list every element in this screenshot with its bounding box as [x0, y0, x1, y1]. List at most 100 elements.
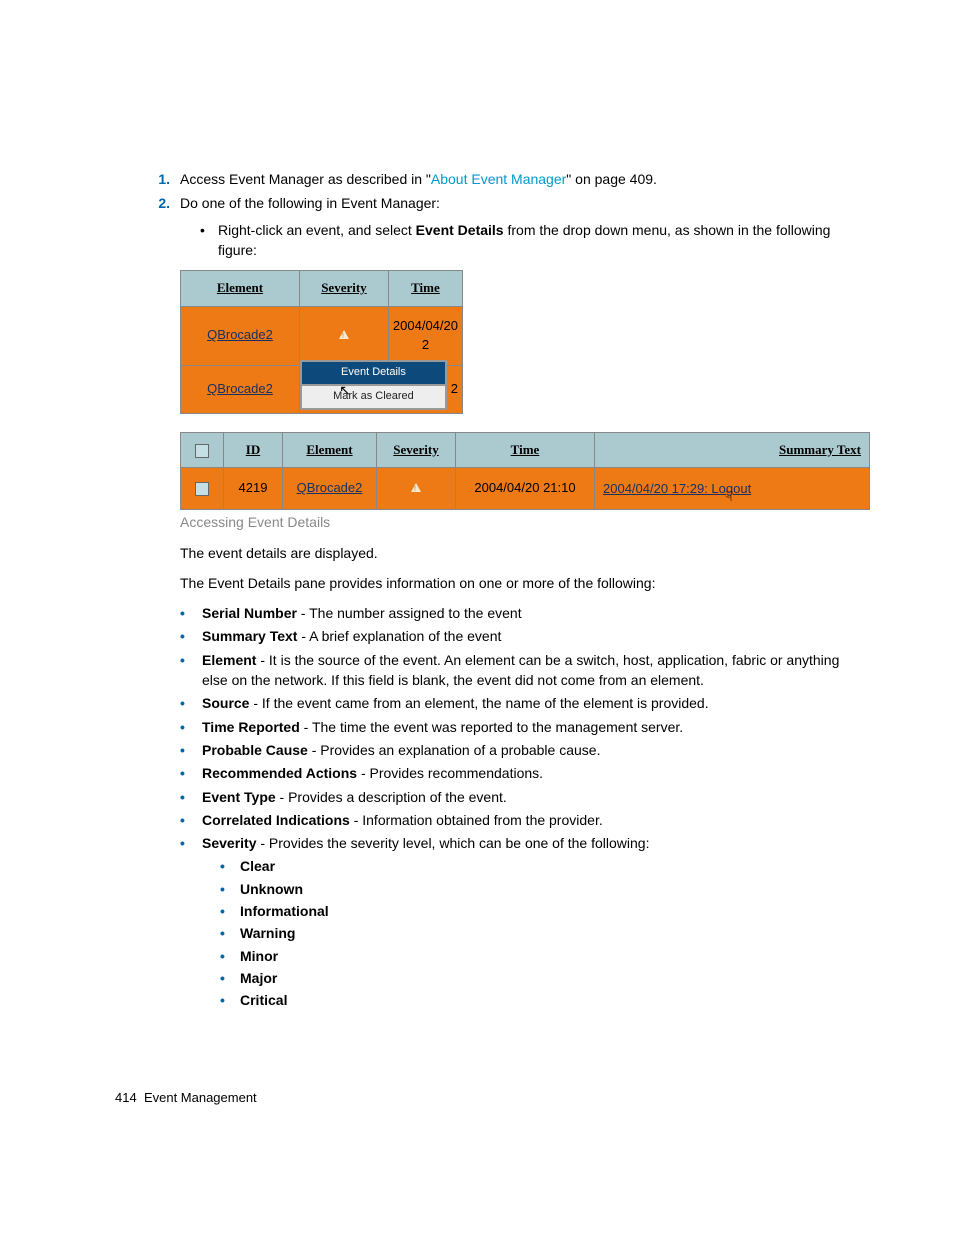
list-item: •Major: [220, 968, 859, 988]
warning-icon: [339, 330, 349, 339]
term: Severity: [202, 835, 256, 851]
bullet-dot: •: [180, 603, 202, 623]
bullet-dot: •: [220, 946, 240, 966]
list-item: •Probable Cause - Provides an explanatio…: [180, 740, 859, 760]
term: Serial Number: [202, 605, 297, 621]
paragraph: The Event Details pane provides informat…: [180, 573, 859, 593]
desc: - Provides the severity level, which can…: [256, 835, 649, 851]
hand-cursor-icon: ☟: [725, 488, 734, 504]
cell-time: 2004/04/20 2: [388, 307, 462, 366]
bullet-dot: •: [180, 810, 202, 830]
bullet-body: Right-click an event, and select Event D…: [218, 220, 859, 261]
list-item: •Warning: [220, 923, 859, 943]
cursor-icon: ↖: [339, 380, 351, 400]
footer-title: Event Management: [144, 1090, 257, 1105]
bullet-dot: •: [220, 923, 240, 943]
cell-severity: [299, 307, 388, 366]
desc: - Provides a description of the event.: [276, 789, 507, 805]
context-menu[interactable]: Event Details Mark as Cleared↖: [300, 360, 447, 410]
term: Event Type: [202, 789, 276, 805]
term: Summary Text: [202, 628, 297, 644]
list-item: •Serial Number - The number assigned to …: [180, 603, 859, 623]
element-link[interactable]: QBrocade2: [207, 327, 273, 342]
cell-checkbox[interactable]: [181, 468, 224, 510]
text: " on page 409.: [566, 171, 657, 187]
desc: - Provides an explanation of a probable …: [308, 742, 601, 758]
list-item: •Critical: [220, 990, 859, 1010]
col-time[interactable]: Time: [388, 271, 462, 307]
cell-time: 2004/04/20 21:10: [456, 468, 595, 510]
warning-icon: [411, 483, 421, 492]
term: Time Reported: [202, 719, 300, 735]
term: Correlated Indications: [202, 812, 350, 828]
col-summary[interactable]: Summary Text: [595, 432, 870, 468]
desc: - The time the event was reported to the…: [300, 719, 683, 735]
paragraph: The event details are displayed.: [180, 543, 859, 563]
text: Right-click an event, and select: [218, 222, 416, 238]
col-time[interactable]: Time: [456, 432, 595, 468]
page-number: 414: [115, 1090, 137, 1105]
list-item: •Source - If the event came from an elem…: [180, 693, 859, 713]
term: Source: [202, 695, 249, 711]
list-item: •Event Type - Provides a description of …: [180, 787, 859, 807]
checkbox-icon[interactable]: [195, 482, 209, 496]
term: Minor: [240, 948, 278, 964]
cell-severity: [377, 468, 456, 510]
cell-element[interactable]: QBrocade2: [181, 307, 300, 366]
bullet-dot: •: [180, 717, 202, 737]
list-item: •Minor: [220, 946, 859, 966]
col-checkbox[interactable]: [181, 432, 224, 468]
bullet-dot: •: [180, 740, 202, 760]
col-element[interactable]: Element: [283, 432, 377, 468]
bullet-dot: •: [180, 650, 202, 691]
desc: - The number assigned to the event: [297, 605, 522, 621]
term: Clear: [240, 858, 275, 874]
term: Major: [240, 970, 277, 986]
term: Probable Cause: [202, 742, 308, 758]
menu-item-event-details[interactable]: Event Details: [301, 361, 446, 385]
figure-context-menu: Element Severity Time QBrocade2 2004/04/…: [180, 270, 859, 413]
cell-element[interactable]: QBrocade2: [283, 468, 377, 510]
term: Element: [202, 652, 256, 668]
cell-id: 4219: [224, 468, 283, 510]
bullet-dot: •: [220, 879, 240, 899]
col-severity[interactable]: Severity: [377, 432, 456, 468]
step-1: 1. Access Event Manager as described in …: [115, 169, 859, 189]
cell-summary[interactable]: 2004/04/20 17:29: Logout ☟: [595, 468, 870, 510]
bullet-dot: •: [220, 856, 240, 876]
severity-levels: •Clear •Unknown •Informational •Warning …: [220, 856, 859, 1010]
about-event-manager-link[interactable]: About Event Manager: [431, 171, 566, 187]
term: Critical: [240, 992, 287, 1008]
text: Access Event Manager as described in ": [180, 171, 431, 187]
list-item: •Clear: [220, 856, 859, 876]
list-item: •Informational: [220, 901, 859, 921]
step-text: Access Event Manager as described in "Ab…: [180, 169, 859, 189]
element-link[interactable]: QBrocade2: [297, 480, 363, 495]
list-item: •Recommended Actions - Provides recommen…: [180, 763, 859, 783]
term: Informational: [240, 903, 329, 919]
menu-item-mark-cleared[interactable]: Mark as Cleared↖: [301, 385, 446, 409]
desc: - It is the source of the event. An elem…: [202, 652, 839, 688]
bullet-dot: •: [180, 693, 202, 713]
cell-element[interactable]: QBrocade2: [181, 365, 300, 413]
details-list: •Serial Number - The number assigned to …: [180, 603, 859, 1010]
col-severity[interactable]: Severity: [299, 271, 388, 307]
list-item: •Time Reported - The time the event was …: [180, 717, 859, 737]
step-2: 2. Do one of the following in Event Mana…: [115, 193, 859, 213]
step-text: Do one of the following in Event Manager…: [180, 193, 859, 213]
checkbox-icon[interactable]: [195, 444, 209, 458]
element-link[interactable]: QBrocade2: [207, 381, 273, 396]
bullet-dot: •: [220, 968, 240, 988]
term: Warning: [240, 925, 295, 941]
bullet-dot: •: [220, 901, 240, 921]
term: Unknown: [240, 881, 303, 897]
bold-text: Event Details: [416, 222, 504, 238]
figure-event-row: ID Element Severity Time Summary Text 42…: [180, 432, 859, 511]
col-id[interactable]: ID: [224, 432, 283, 468]
term: Recommended Actions: [202, 765, 357, 781]
bullet-dot: •: [200, 220, 218, 261]
bullet-dot: •: [180, 763, 202, 783]
step-2-sub: • Right-click an event, and select Event…: [200, 220, 859, 261]
bullet-dot: •: [180, 626, 202, 646]
col-element[interactable]: Element: [181, 271, 300, 307]
